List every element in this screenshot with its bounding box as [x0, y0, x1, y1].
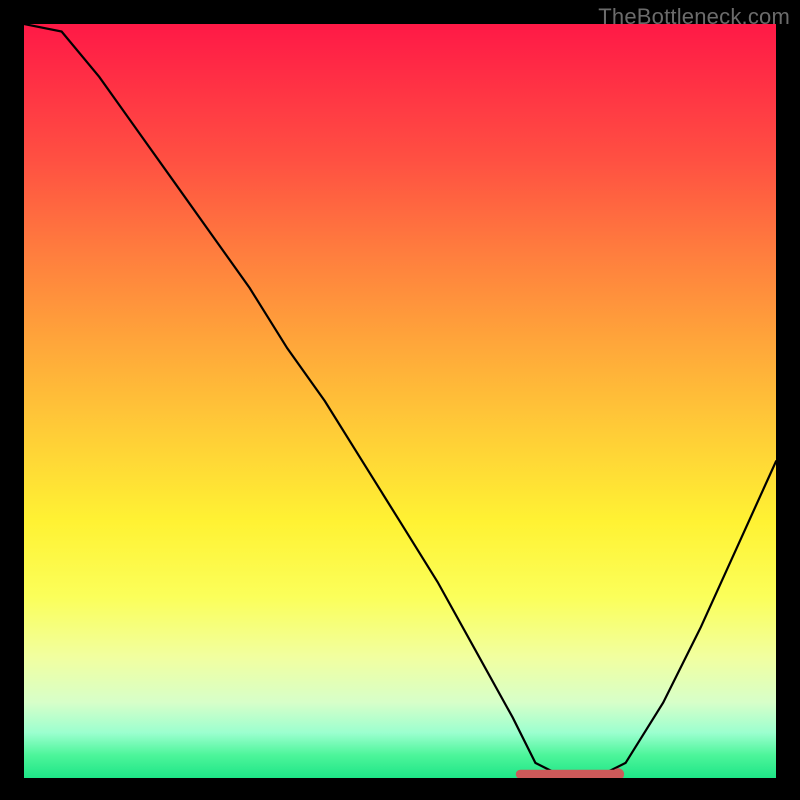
- chart-frame: TheBottleneck.com: [0, 0, 800, 800]
- bottleneck-curve-path: [24, 24, 776, 778]
- watermark-text: TheBottleneck.com: [598, 4, 790, 30]
- plot-area: [24, 24, 776, 778]
- curve-layer: [24, 24, 776, 778]
